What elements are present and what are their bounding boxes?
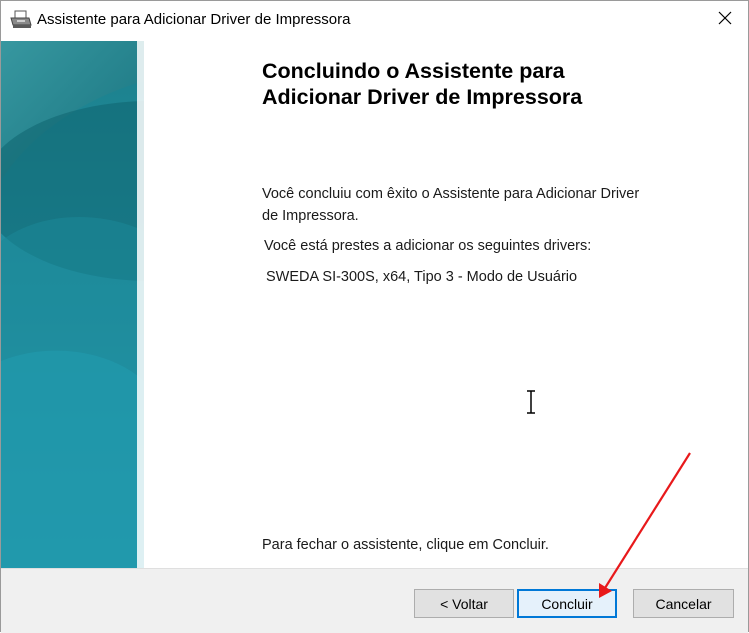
finish-button[interactable]: Concluir bbox=[517, 589, 617, 618]
close-button[interactable] bbox=[702, 1, 748, 40]
driver-list-item: SWEDA SI-300S, x64, Tipo 3 - Modo de Usu… bbox=[266, 269, 578, 285]
close-icon bbox=[718, 11, 732, 30]
page-title-line-2: Adicionar Driver de Impressora bbox=[262, 85, 583, 109]
drivers-intro-text: Você está prestes a adicionar os seguint… bbox=[264, 238, 592, 254]
wizard-side-banner bbox=[1, 41, 144, 568]
page-title-line-1: Concluindo o Assistente para bbox=[262, 59, 565, 83]
wizard-content: Concluindo o Assistente para Adicionar D… bbox=[144, 41, 748, 568]
success-message-line-1: Você concluiu com êxito o Assistente par… bbox=[262, 186, 640, 202]
cancel-button[interactable]: Cancelar bbox=[633, 589, 734, 618]
printer-driver-wizard-window: Assistente para Adicionar Driver de Impr… bbox=[0, 0, 749, 633]
title-bar: Assistente para Adicionar Driver de Impr… bbox=[1, 1, 748, 40]
close-hint-text: Para fechar o assistente, clique em Conc… bbox=[262, 537, 549, 553]
success-message-line-2: de Impressora. bbox=[262, 208, 359, 224]
text-cursor-icon bbox=[523, 390, 539, 419]
success-message: Você concluiu com êxito o Assistente par… bbox=[262, 183, 639, 227]
printer-icon bbox=[10, 10, 32, 30]
page-title: Concluindo o Assistente para Adicionar D… bbox=[262, 58, 732, 110]
back-button[interactable]: < Voltar bbox=[414, 589, 514, 618]
window-title: Assistente para Adicionar Driver de Impr… bbox=[37, 11, 351, 28]
button-bar: < Voltar Concluir Cancelar bbox=[1, 568, 748, 633]
